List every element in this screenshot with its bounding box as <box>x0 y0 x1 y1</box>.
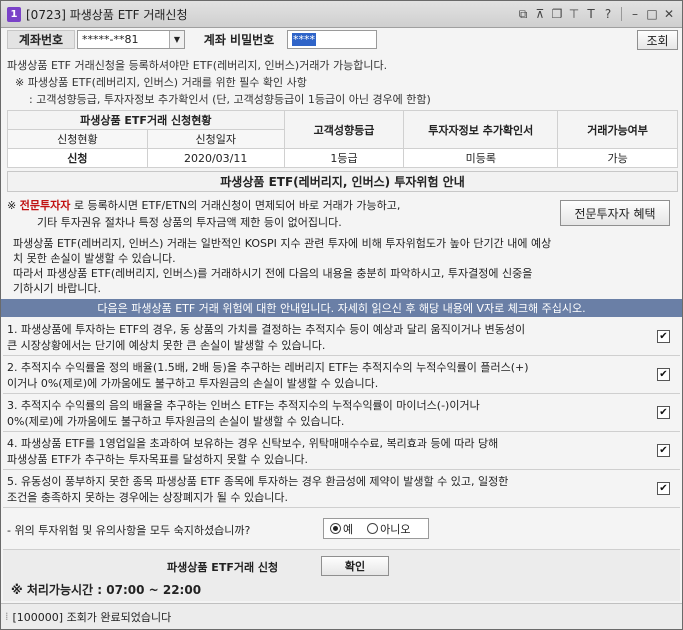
risk-item-1: 1. 파생상품에 투자하는 ETF의 경우, 동 상품의 가치를 결정하는 추적… <box>3 318 680 356</box>
risk-item-line-1: 5. 유동성이 풍부하지 못한 종목 파생상품 ETF 종목에 투자하는 경우 … <box>7 475 509 488</box>
apply-label: 파생상품 ETF거래 신청 <box>167 561 279 574</box>
radio-yes-label: 예 <box>343 522 354 536</box>
maximize-icon[interactable]: □ <box>645 6 659 22</box>
notice-line-2: ※ 파생상품 ETF(레버리지, 인버스) 거래를 위한 필수 확인 사항 <box>15 76 307 89</box>
risk-item-line-2: 조건을 충족하지 못하는 경우에는 상장폐지가 될 수 있습니다. <box>7 491 288 504</box>
confirm-row: - 위의 투자위험 및 유의사항을 모두 숙지하셨습니까? 예 아니오 <box>3 510 680 544</box>
col-tradable-header: 거래가능여부 <box>557 110 678 149</box>
pro-line-1-rest: 로 등록하시면 ETF/ETN의 거래신청이 면제되어 바로 거래가 가능하고, <box>73 199 401 212</box>
confirm-radio-group: 예 아니오 <box>323 518 429 539</box>
status-bar: ⁞ [100000] 조회가 완료되었습니다 <box>1 603 682 629</box>
toolbar-divider <box>621 7 622 21</box>
chevron-down-icon[interactable]: ▼ <box>169 31 184 48</box>
risk-item-line-1: 4. 파생상품 ETF를 1영업일을 초과하여 보유하는 경우 신탁보수, 위탁… <box>7 437 499 450</box>
radio-yes-dot[interactable] <box>330 523 341 534</box>
risk-item-4: 4. 파생상품 ETF를 1영업일을 초과하여 보유하는 경우 신탁보수, 위탁… <box>3 432 680 470</box>
risk-item-3: 3. 추적지수 수익률의 음의 배율을 추구하는 인버스 ETF는 추적지수의 … <box>3 394 680 432</box>
notice-line-1: 파생상품 ETF 거래신청을 등록하셔야만 ETF(레버리지, 인버스)거래가 … <box>7 59 388 72</box>
radio-no-label: 아니오 <box>380 522 411 536</box>
risk-item-line-1: 3. 추적지수 수익률의 음의 배율을 추구하는 인버스 ETF는 추적지수의 … <box>7 399 480 412</box>
processing-hours: ※ 처리가능시간 : 07:00 ~ 22:00 <box>11 583 202 597</box>
risk-item-2: 2. 추적지수 수익률을 정의 배율(1.5배, 2배 등)을 추구하는 레버리… <box>3 356 680 394</box>
pro-line-2: 기타 투자권유 절차나 특정 상품의 투자금액 제한 등이 없어집니다. <box>37 216 342 229</box>
pro-investor-benefit-button[interactable]: 전문투자자 혜택 <box>560 200 670 226</box>
risk-section-title: 파생상품 ETF(레버리지, 인버스) 투자위험 안내 <box>7 171 678 192</box>
account-combo[interactable]: *****-**81 ▼ <box>77 30 185 49</box>
pro-line-1: ※ 전문투자자 로 등록하시면 ETF/ETN의 거래신청이 면제되어 바로 거… <box>7 197 400 213</box>
status-message: [100000] 조회가 완료되었습니다 <box>12 610 172 624</box>
close-icon[interactable]: ✕ <box>662 6 676 22</box>
checklist-banner: 다음은 파생상품 ETF 거래 위험에 대한 안내입니다. 자세히 읽으신 후 … <box>1 299 682 317</box>
confirm-button[interactable]: 확인 <box>321 556 389 576</box>
para1-line2: 치 못한 손실이 발생할 수 있습니다. <box>13 252 176 265</box>
account-value: *****-**81 <box>82 33 139 46</box>
cell-tradable: 가능 <box>557 148 678 168</box>
font-size-icon[interactable]: T <box>584 6 598 22</box>
pro-investor-highlight: 전문투자자 <box>19 199 71 212</box>
risk-item-line-1: 1. 파생상품에 투자하는 ETF의 경우, 동 상품의 가치를 결정하는 추적… <box>7 323 526 336</box>
risk-item-5: 5. 유동성이 풍부하지 못한 종목 파생상품 ETF 종목에 투자하는 경우 … <box>3 470 680 508</box>
para2-line2: 기하시기 바랍니다. <box>13 282 101 295</box>
radio-yes[interactable]: 예 <box>330 521 353 537</box>
risk-checkbox-2[interactable]: ✔ <box>657 368 670 381</box>
risk-item-line-2: 이거나 0%(제로)에 가까움에도 불구하고 투자원금의 손실이 발생할 수 있… <box>7 377 379 390</box>
pin-icon[interactable]: ⊼ <box>533 6 547 22</box>
risk-item-line-2: 0%(제로)에 가까움에도 불구하고 투자원금의 손실이 발생할 수 있습니다. <box>7 415 345 428</box>
risk-checkbox-1[interactable]: ✔ <box>657 330 670 343</box>
risk-checkbox-5[interactable]: ✔ <box>657 482 670 495</box>
cell-investor: 미등록 <box>403 148 559 168</box>
password-value: **** <box>292 33 316 46</box>
risk-item-line-1: 2. 추적지수 수익률을 정의 배율(1.5배, 2배 등)을 추구하는 레버리… <box>7 361 529 374</box>
risk-item-line-2: 파생상품 ETF가 추구하는 투자목표를 달성하지 못할 수 있습니다. <box>7 453 308 466</box>
apply-panel: 파생상품 ETF거래 신청 확인 ※ 처리가능시간 : 07:00 ~ 22:0… <box>3 549 680 601</box>
link-icon[interactable]: ⧉ <box>516 6 530 22</box>
help-icon[interactable]: ? <box>601 6 615 22</box>
cell-date: 2020/03/11 <box>146 148 285 168</box>
risk-checkbox-4[interactable]: ✔ <box>657 444 670 457</box>
risk-item-line-2: 큰 시장상황에서는 단기에 예상치 못한 큰 손실이 발생할 수 있습니다. <box>7 339 326 352</box>
minimize-icon[interactable]: – <box>628 6 642 22</box>
account-row: 계좌번호 *****-**81 ▼ 계좌 비밀번호 **** 조회 <box>7 30 678 51</box>
para1-line1: 파생상품 ETF(레버리지, 인버스) 거래는 일반적인 KOSPI 지수 관련… <box>13 237 552 250</box>
title-toolbar: ⧉ ⊼ ❐ ⊤ T ? – □ ✕ <box>516 6 676 22</box>
application-status-table: 파생상품 ETF거래 신청현황 고객성향등급 투자자정보 추가확인서 거래가능여… <box>7 110 678 168</box>
app-badge: 1 <box>7 6 21 22</box>
col-date-header: 신청일자 <box>146 129 285 149</box>
grip-icon: ⁞ <box>5 610 9 623</box>
notice-line-3: : 고객성향등급, 투자자정보 추가확인서 (단, 고객성향등급이 1등급이 아… <box>29 93 431 106</box>
col-grade-header: 고객성향등급 <box>283 110 405 149</box>
account-label: 계좌번호 <box>7 30 75 49</box>
para2-line1: 따라서 파생상품 ETF(레버리지, 인버스)를 거래하시기 전에 다음의 내용… <box>13 267 533 280</box>
window-title: [0723] 파생상품 ETF 거래신청 <box>26 7 188 22</box>
col-investor-header: 투자자정보 추가확인서 <box>403 110 559 149</box>
title-bar: 1 [0723] 파생상품 ETF 거래신청 ⧉ ⊼ ❐ ⊤ T ? – □ ✕ <box>1 1 682 28</box>
app-window: 1 [0723] 파생상품 ETF 거래신청 ⧉ ⊼ ❐ ⊤ T ? – □ ✕… <box>0 0 683 630</box>
radio-no-dot[interactable] <box>367 523 379 534</box>
confirm-question: - 위의 투자위험 및 유의사항을 모두 숙지하셨습니까? <box>7 524 251 537</box>
thumbtack-icon[interactable]: ⊤ <box>567 6 581 22</box>
cell-grade: 1등급 <box>283 148 405 168</box>
radio-no[interactable]: 아니오 <box>367 521 411 537</box>
notice-mark: ※ <box>7 199 17 212</box>
col-status-header: 신청현황 <box>7 129 148 149</box>
query-button[interactable]: 조회 <box>637 30 678 50</box>
cell-status: 신청 <box>7 148 148 168</box>
password-input[interactable]: **** <box>287 30 377 49</box>
password-label: 계좌 비밀번호 <box>203 33 275 47</box>
clone-icon[interactable]: ❐ <box>550 6 564 22</box>
table-row: 신청 2020/03/11 1등급 미등록 가능 <box>7 148 678 168</box>
group-header: 파생상품 ETF거래 신청현황 <box>7 110 285 130</box>
pro-investor-area: ※ 전문투자자 로 등록하시면 ETF/ETN의 거래신청이 면제되어 바로 거… <box>7 194 678 297</box>
risk-checkbox-3[interactable]: ✔ <box>657 406 670 419</box>
